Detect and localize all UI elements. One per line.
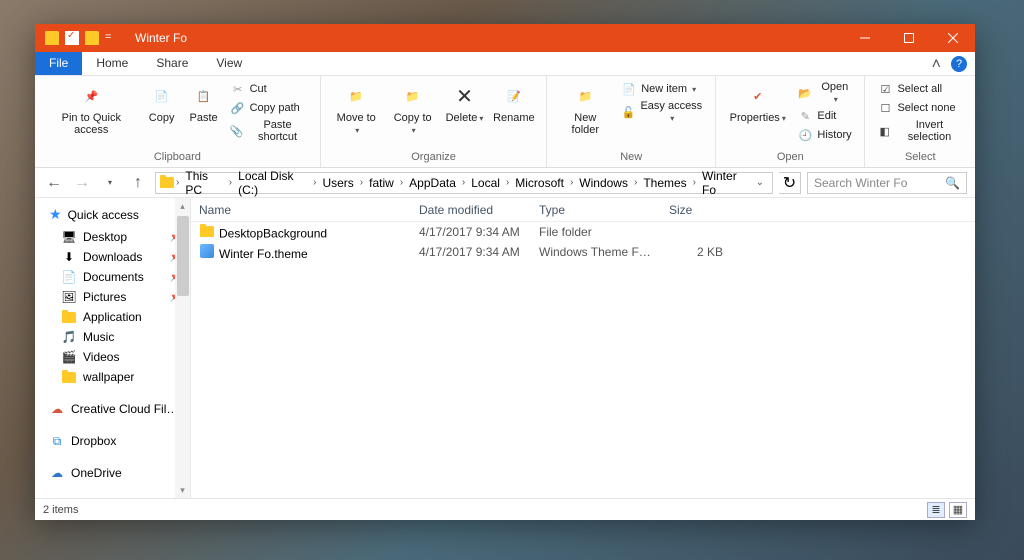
delete-button[interactable]: ✕Delete▾ [442,80,488,149]
easyaccess-button[interactable]: 🔓Easy access ▾ [617,99,707,125]
copyto-button[interactable]: 📁Copy to ▾ [386,80,440,149]
search-input[interactable]: Search Winter Fo 🔍 [807,172,967,194]
sidebar-quickaccess[interactable]: ★Quick access [35,202,190,227]
sidebar-item-application[interactable]: Application [35,307,190,327]
nav-sidebar: ★Quick access 🖥Desktop📌 ⬇Downloads📌 📄Doc… [35,198,191,498]
ribbon-collapse-icon[interactable]: ˄ [926,52,947,75]
breadcrumb[interactable]: AppData [405,176,460,190]
sidebar-item-downloads[interactable]: ⬇Downloads📌 [35,247,190,267]
rename-button[interactable]: 📝Rename [489,80,538,149]
scroll-up-icon[interactable]: ▴ [175,198,190,214]
tab-file[interactable]: File [35,52,82,75]
statusbar: 2 items ≣ ▦ [35,498,975,520]
sidebar-thispc[interactable]: 💻This PC [35,493,190,498]
sidebar-item-pictures[interactable]: 🖼Pictures📌 [35,287,190,307]
star-icon: ★ [49,206,62,223]
nav-up-button[interactable]: ↑ [127,172,149,194]
breadcrumb[interactable]: Microsoft [511,176,568,190]
sidebar-item-music[interactable]: 🎵Music [35,327,190,347]
selectall-button[interactable]: ☑Select all [873,80,967,98]
paste-button[interactable]: 📋 Paste [184,80,224,149]
folder-icon [160,175,174,191]
new-group-label: New [620,149,642,165]
organize-group-label: Organize [411,149,456,165]
address-bar-row: ← → ▾ ↑ › This PC› Local Disk (C:)› User… [35,168,975,198]
ribbon-tabs: File Home Share View ˄ ? [35,52,975,76]
theme-file-icon [199,243,215,259]
tab-view[interactable]: View [202,52,256,75]
open-group-label: Open [777,149,804,165]
copy-button[interactable]: 📄 Copy [142,80,182,149]
pin-quickaccess-button[interactable]: 📌 Pin to Quick access [43,80,140,149]
edit-button[interactable]: ✎Edit [793,107,856,125]
maximize-button[interactable] [887,24,931,52]
moveto-button[interactable]: 📁Move to ▾ [329,80,384,149]
properties-button[interactable]: ✔Properties▾ [724,80,791,149]
table-row[interactable]: Winter Fo.theme 4/17/2017 9:34 AM Window… [191,242,975,262]
file-rows: DesktopBackground 4/17/2017 9:34 AM File… [191,222,975,262]
breadcrumb[interactable]: Winter Fo [698,169,752,197]
breadcrumb[interactable]: Windows [575,176,632,190]
scroll-down-icon[interactable]: ▾ [175,482,190,498]
cut-button[interactable]: ✂Cut [226,80,312,98]
sidebar-creativecloud[interactable]: ☁Creative Cloud Fil… [35,397,190,421]
title-icons: = [35,31,129,45]
tab-home[interactable]: Home [82,52,142,75]
address-bar[interactable]: › This PC› Local Disk (C:)› Users› fatiw… [155,172,773,194]
tab-share[interactable]: Share [142,52,202,75]
nav-forward-button[interactable]: → [71,172,93,194]
close-button[interactable] [931,24,975,52]
breadcrumb-sep[interactable]: › [174,177,181,188]
breadcrumb[interactable]: Themes [639,176,690,190]
breadcrumb[interactable]: Users [318,176,357,190]
view-icons-button[interactable]: ▦ [949,502,967,518]
pasteshortcut-button[interactable]: 📎Paste shortcut [226,118,312,144]
clipboard-group-label: Clipboard [154,149,201,165]
breadcrumb[interactable]: Local [467,176,504,190]
newfolder-button[interactable]: 📁New folder [555,80,615,149]
sidebar-item-documents[interactable]: 📄Documents📌 [35,267,190,287]
sidebar-item-desktop[interactable]: 🖥Desktop📌 [35,227,190,247]
pin-label: Pin to Quick access [49,112,134,136]
nav-back-button[interactable]: ← [43,172,65,194]
nav-recent-dropdown[interactable]: ▾ [99,172,121,194]
sidebar-item-videos[interactable]: 🎬Videos [35,347,190,367]
sidebar-onedrive[interactable]: ☁OneDrive [35,461,190,485]
minimize-button[interactable] [843,24,887,52]
select-group-label: Select [905,149,936,165]
sidebar-item-wallpaper[interactable]: wallpaper [35,367,190,387]
search-placeholder: Search Winter Fo [814,176,907,190]
selectnone-button[interactable]: ☐Select none [873,99,967,117]
help-icon[interactable]: ? [951,56,967,72]
column-headers: Name Date modified Type Size [191,198,975,222]
view-details-button[interactable]: ≣ [927,502,945,518]
window-title: Winter Fo [129,31,187,45]
col-name[interactable]: Name [191,199,411,221]
status-text: 2 items [43,504,78,516]
file-list-pane: Name Date modified Type Size DesktopBack… [191,198,975,498]
titlebar[interactable]: = Winter Fo [35,24,975,52]
breadcrumb[interactable]: This PC [181,169,226,197]
content-area: ★Quick access 🖥Desktop📌 ⬇Downloads📌 📄Doc… [35,198,975,498]
col-date[interactable]: Date modified [411,199,531,221]
refresh-button[interactable]: ↻ [779,172,801,194]
invertselection-button[interactable]: ◧Invert selection [873,118,967,144]
ribbon: 📌 Pin to Quick access 📄 Copy 📋 Paste ✂Cu… [35,76,975,168]
scroll-thumb[interactable] [177,216,189,296]
table-row[interactable]: DesktopBackground 4/17/2017 9:34 AM File… [191,222,975,242]
col-size[interactable]: Size [661,199,731,221]
history-button[interactable]: 🕘History [793,126,856,144]
address-dropdown-icon[interactable]: ⌄ [752,177,768,188]
search-icon: 🔍 [945,176,960,190]
newitem-button[interactable]: 📄New item ▾ [617,80,707,98]
folder-icon [199,224,215,240]
breadcrumb[interactable]: fatiw [365,176,398,190]
sidebar-scrollbar[interactable]: ▴ ▾ [175,198,190,498]
open-button[interactable]: 📂Open ▾ [793,80,856,106]
breadcrumb[interactable]: Local Disk (C:) [234,169,311,197]
copypath-button[interactable]: 🔗Copy path [226,99,312,117]
col-type[interactable]: Type [531,199,661,221]
sidebar-dropbox[interactable]: ⧉Dropbox [35,429,190,453]
explorer-window: = Winter Fo File Home Share View ˄ ? 📌 P… [35,24,975,520]
